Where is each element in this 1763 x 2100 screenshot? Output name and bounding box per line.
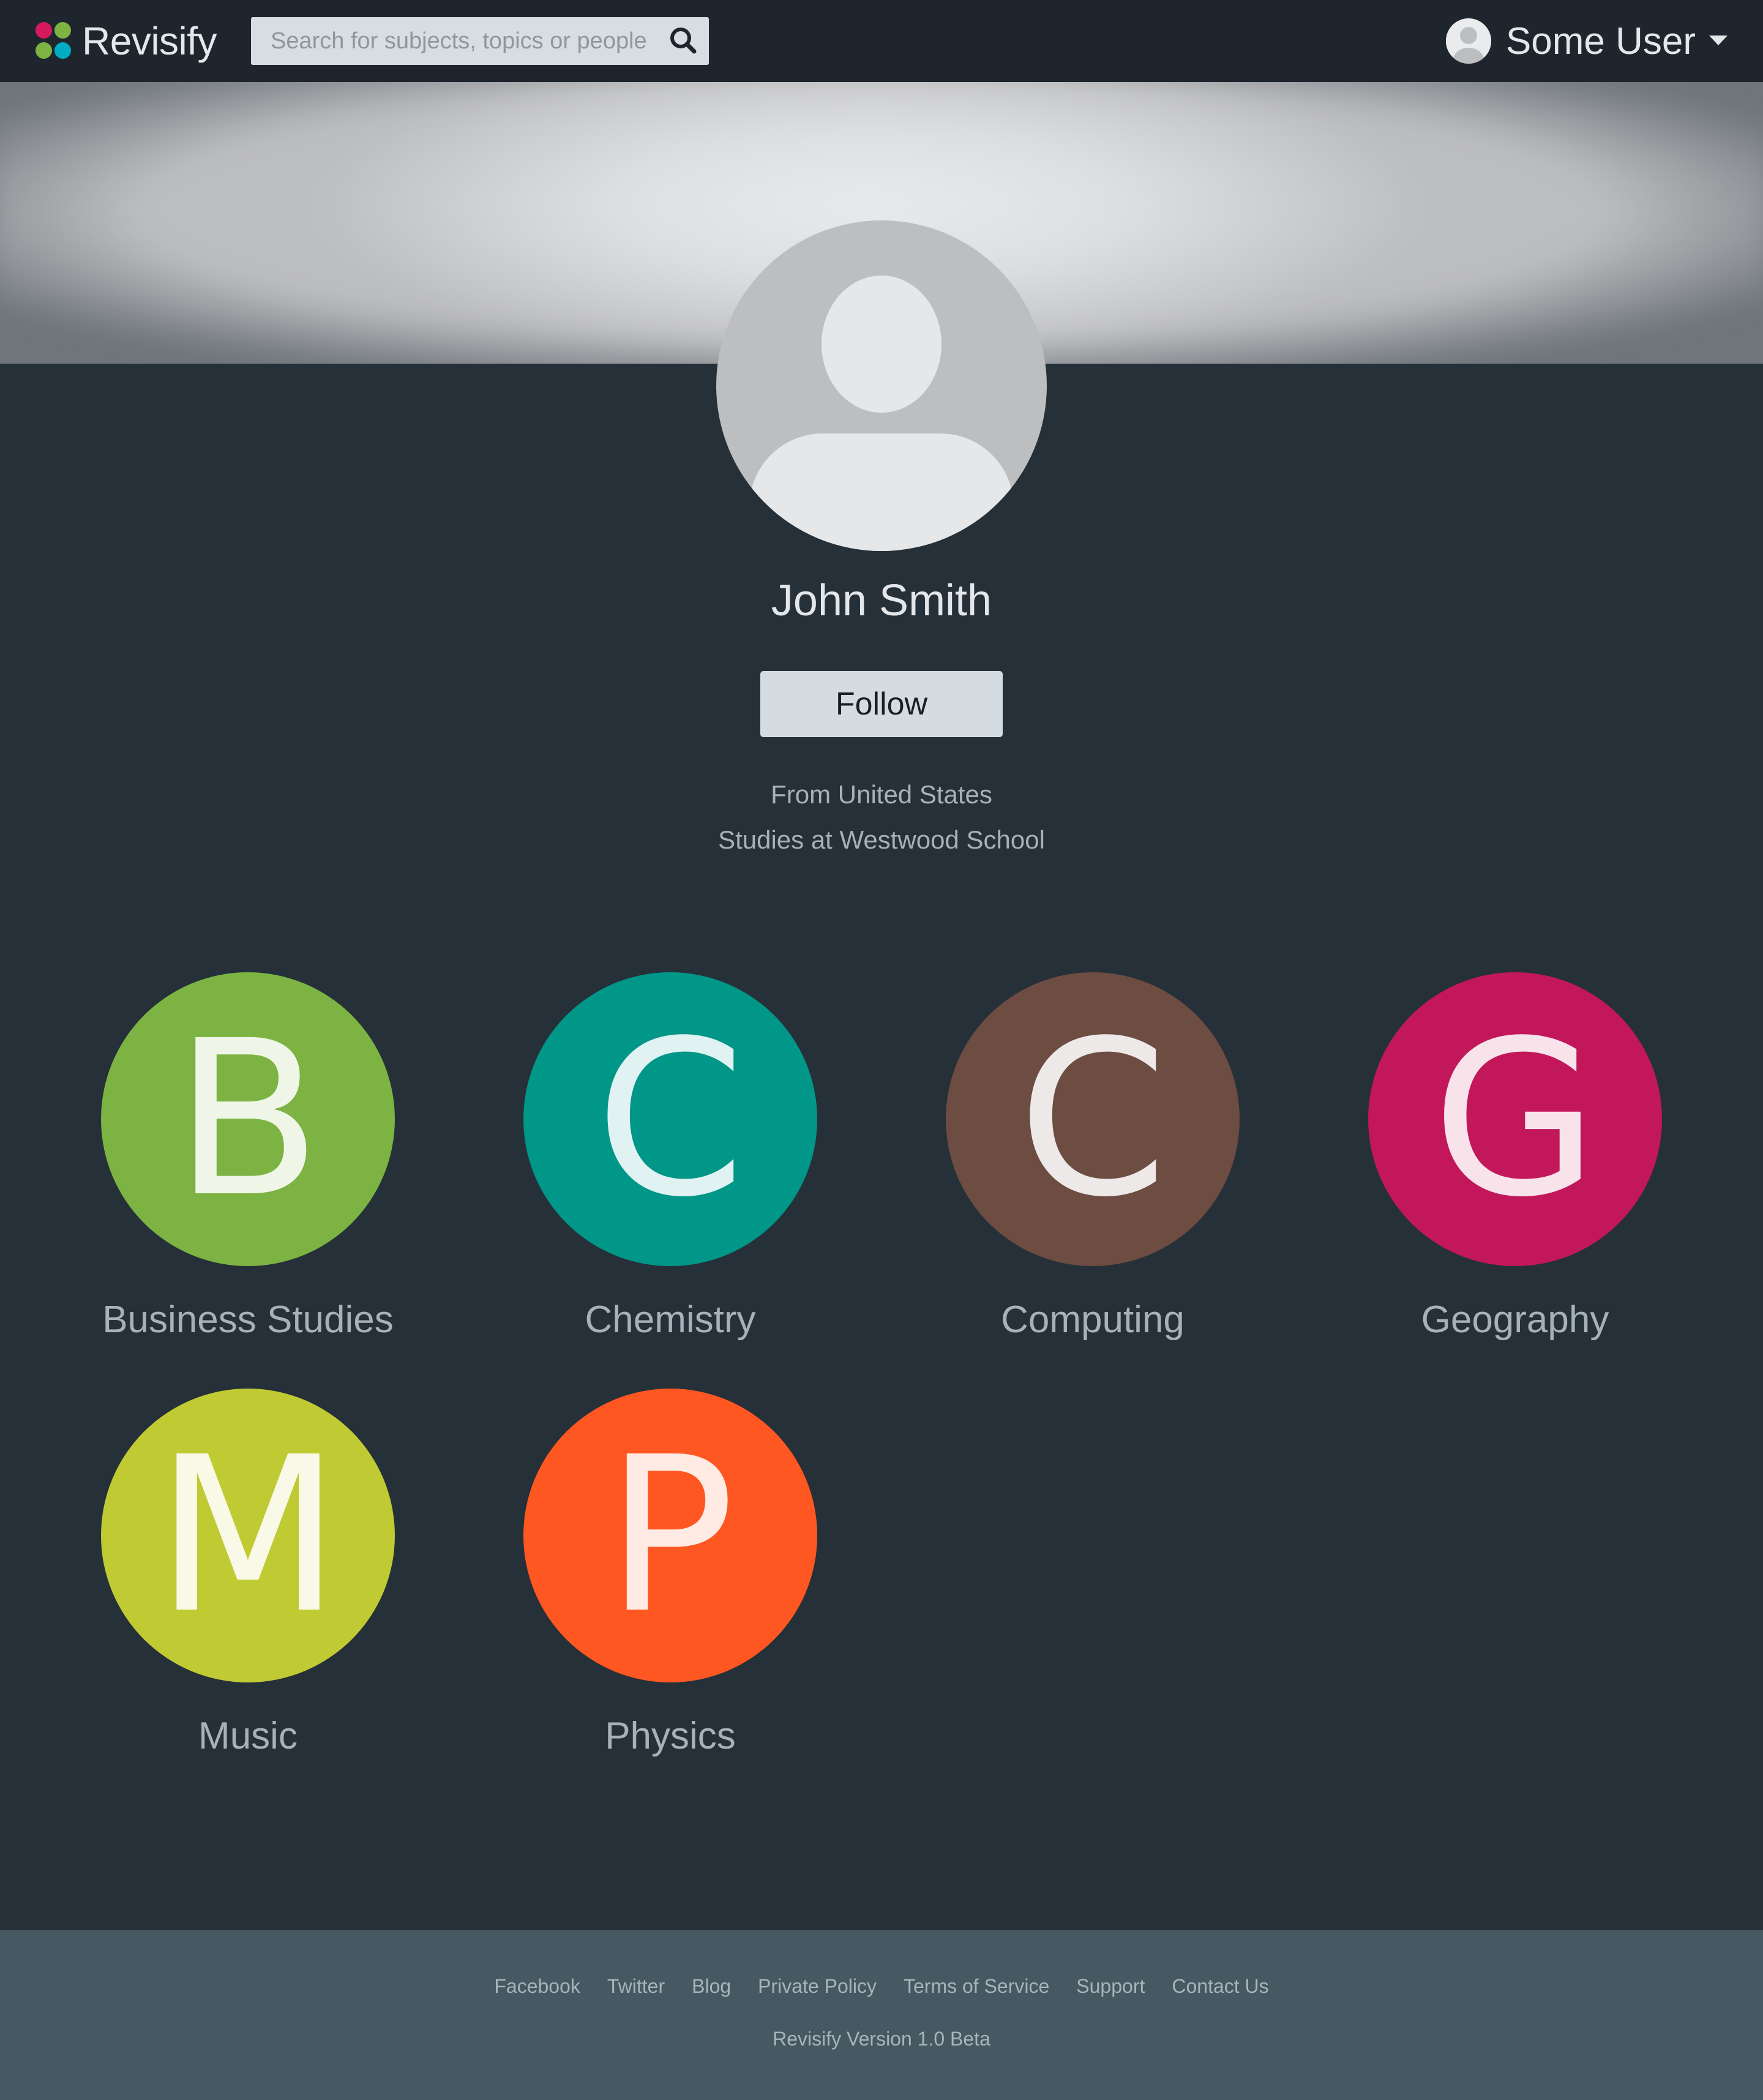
subject-card[interactable]: C Chemistry bbox=[459, 972, 882, 1341]
subject-icon: G bbox=[1368, 972, 1662, 1266]
footer-link-terms-of-service[interactable]: Terms of Service bbox=[904, 1975, 1049, 1998]
footer-version: Revisify Version 1.0 Beta bbox=[773, 2028, 990, 2050]
chevron-down-icon bbox=[1709, 36, 1727, 45]
brand-logo-link[interactable]: Revisify bbox=[36, 17, 217, 65]
avatar-head bbox=[822, 276, 941, 413]
footer-link-blog[interactable]: Blog bbox=[692, 1975, 731, 1998]
subject-card[interactable]: P Physics bbox=[459, 1389, 882, 1758]
follow-button[interactable]: Follow bbox=[760, 671, 1003, 737]
footer-link-privacy-policy[interactable]: Private Policy bbox=[758, 1975, 877, 1998]
search-bar bbox=[251, 17, 709, 65]
subject-label: Computing bbox=[1001, 1299, 1185, 1341]
subject-label: Music bbox=[198, 1715, 298, 1757]
subject-card[interactable]: B Business Studies bbox=[37, 972, 459, 1341]
footer: Facebook Twitter Blog Private Policy Ter… bbox=[0, 1930, 1763, 2100]
user-avatar-icon bbox=[1445, 18, 1491, 64]
subject-letter: G bbox=[1432, 994, 1598, 1244]
footer-link-contact-us[interactable]: Contact Us bbox=[1172, 1975, 1268, 1998]
subject-card[interactable]: M Music bbox=[37, 1389, 459, 1758]
profile-name: John Smith bbox=[771, 576, 992, 625]
subject-icon: M bbox=[101, 1389, 395, 1682]
subject-label: Physics bbox=[605, 1715, 736, 1757]
subject-label: Geography bbox=[1421, 1299, 1609, 1341]
navbar: Revisify Some User bbox=[0, 0, 1763, 82]
profile-school: Studies at Westwood School bbox=[718, 825, 1045, 854]
search-input[interactable] bbox=[251, 17, 661, 65]
subject-letter: M bbox=[155, 1411, 340, 1660]
subject-label: Chemistry bbox=[585, 1299, 756, 1341]
footer-link-support[interactable]: Support bbox=[1076, 1975, 1145, 1998]
subject-label: Business Studies bbox=[102, 1299, 394, 1341]
revisify-logo-icon bbox=[36, 22, 71, 60]
subject-letter: P bbox=[605, 1411, 735, 1660]
profile-location: From United States bbox=[771, 780, 992, 809]
footer-link-twitter[interactable]: Twitter bbox=[607, 1975, 665, 1998]
subject-card[interactable]: G Geography bbox=[1304, 972, 1726, 1341]
profile-avatar bbox=[716, 220, 1047, 551]
subject-icon: C bbox=[946, 972, 1240, 1266]
avatar-body bbox=[749, 433, 1014, 551]
subject-icon: C bbox=[523, 972, 817, 1266]
logo-dot bbox=[54, 42, 71, 59]
subject-letter: C bbox=[595, 994, 746, 1244]
footer-links: Facebook Twitter Blog Private Policy Ter… bbox=[0, 1975, 1763, 1998]
user-menu[interactable]: Some User bbox=[1445, 16, 1727, 66]
subject-icon: P bbox=[523, 1389, 817, 1682]
footer-link-facebook[interactable]: Facebook bbox=[494, 1975, 580, 1998]
logo-dot bbox=[54, 22, 71, 39]
search-icon[interactable] bbox=[666, 23, 702, 59]
subject-card[interactable]: C Computing bbox=[882, 972, 1304, 1341]
subject-letter: B bbox=[174, 994, 322, 1244]
subject-icon: B bbox=[101, 972, 395, 1266]
logo-dot bbox=[36, 22, 52, 39]
user-name: Some User bbox=[1505, 20, 1696, 62]
subject-letter: C bbox=[1017, 994, 1168, 1244]
logo-dot bbox=[36, 42, 52, 59]
brand-name: Revisify bbox=[82, 19, 217, 63]
